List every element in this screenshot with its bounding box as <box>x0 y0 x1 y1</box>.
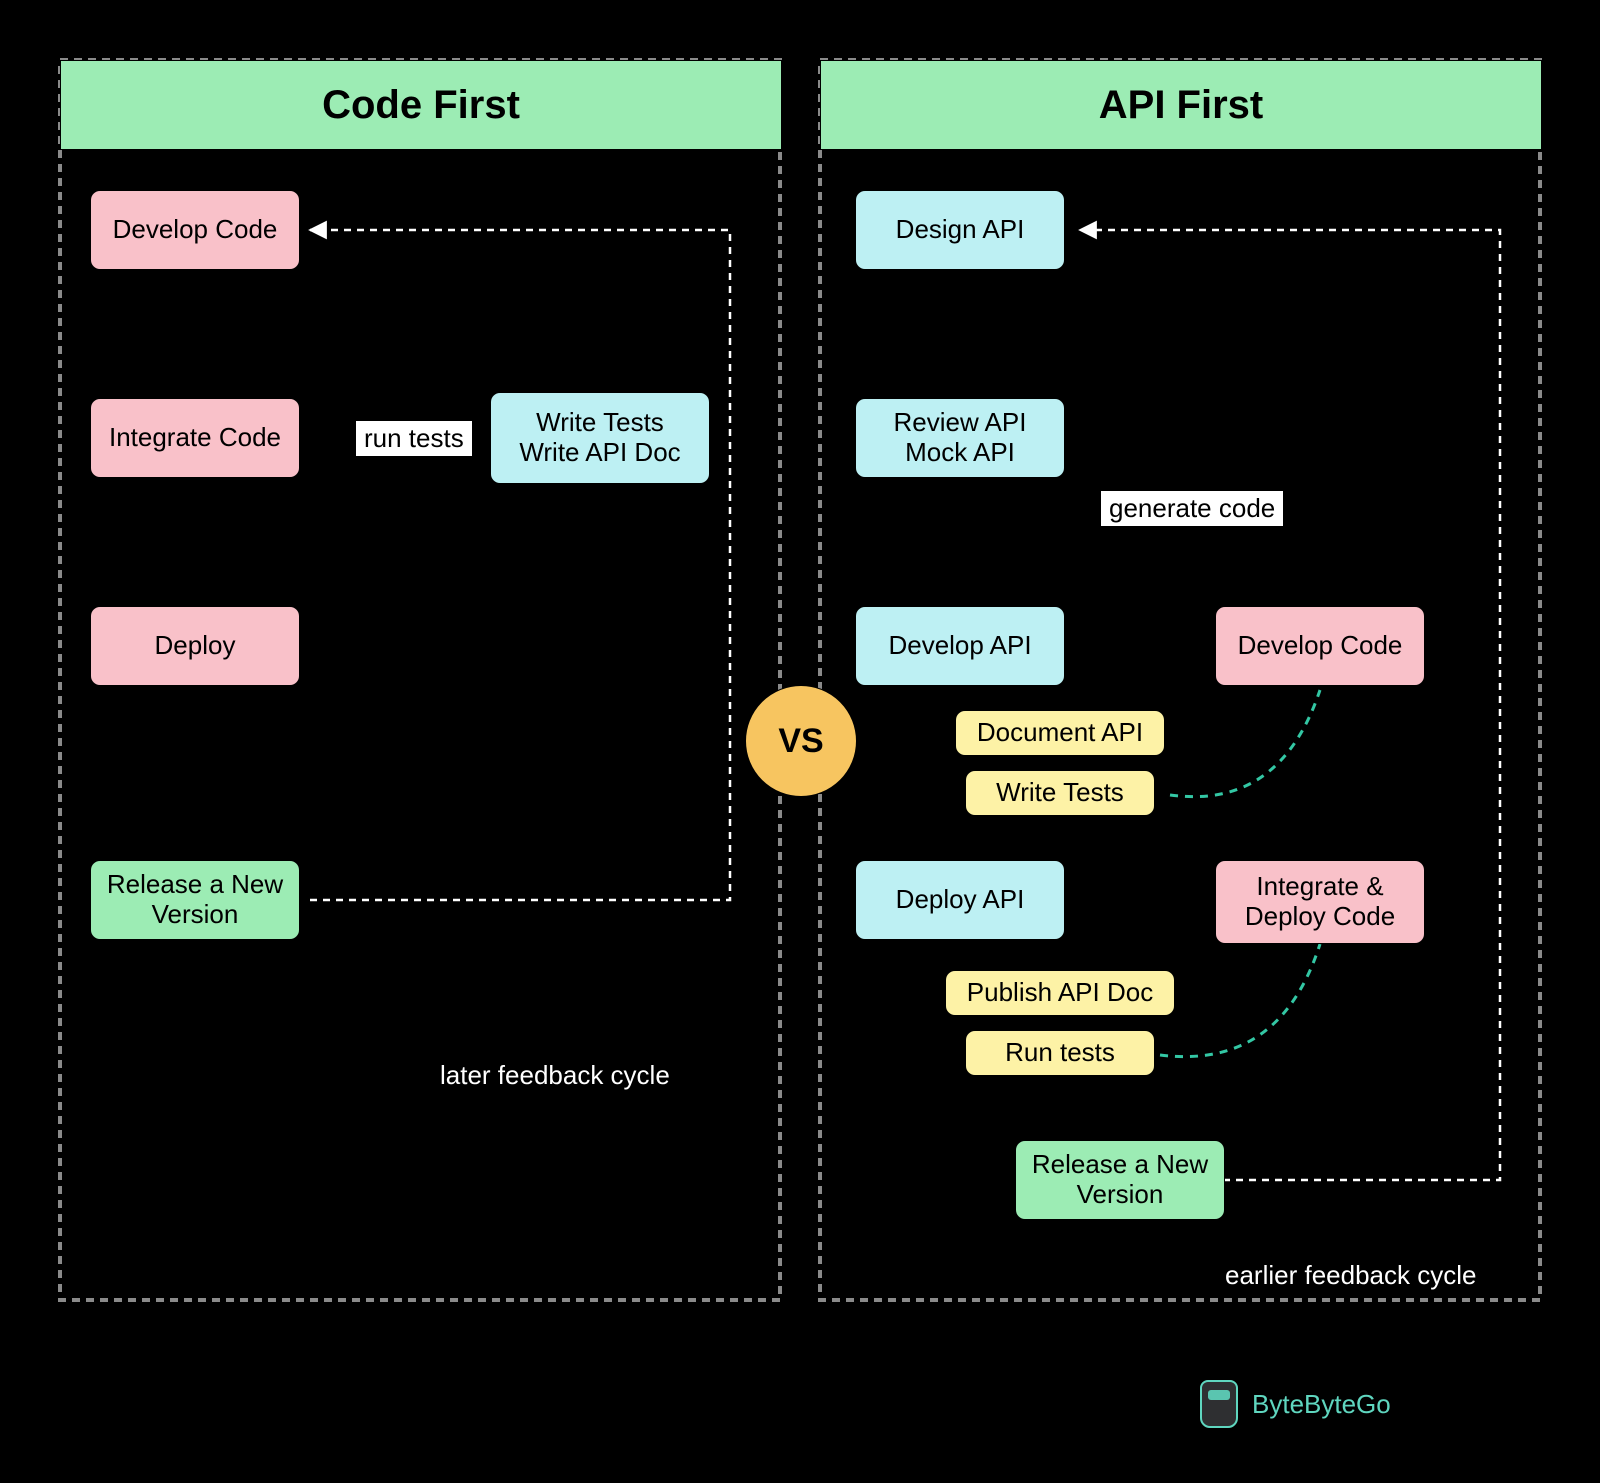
right-publish-api-doc: Publish API Doc <box>945 970 1175 1016</box>
left-develop-code: Develop Code <box>90 190 300 270</box>
right-header: API First <box>820 60 1542 150</box>
right-develop-code: Develop Code <box>1215 606 1425 686</box>
right-generate-code-label: generate code <box>1100 490 1284 527</box>
left-header: Code First <box>60 60 782 150</box>
right-design-api: Design API <box>855 190 1065 270</box>
left-feedback-label: later feedback cycle <box>440 1060 670 1091</box>
right-deploy-api: Deploy API <box>855 860 1065 940</box>
left-run-tests-label: run tests <box>355 420 473 457</box>
right-integrate-deploy-code: Integrate &Deploy Code <box>1215 860 1425 944</box>
right-write-tests: Write Tests <box>965 770 1155 816</box>
left-integrate-code: Integrate Code <box>90 398 300 478</box>
right-review-mock-api: Review APIMock API <box>855 398 1065 478</box>
footer: ByteByteGo <box>1200 1380 1391 1428</box>
diagram-stage: Code First API First VS Develop Code Int… <box>0 0 1600 1483</box>
left-write-tests-doc: Write TestsWrite API Doc <box>490 392 710 484</box>
right-run-tests: Run tests <box>965 1030 1155 1076</box>
left-deploy: Deploy <box>90 606 300 686</box>
footer-text: ByteByteGo <box>1252 1389 1391 1420</box>
right-develop-api: Develop API <box>855 606 1065 686</box>
right-feedback-label: earlier feedback cycle <box>1225 1260 1476 1291</box>
left-release: Release a NewVersion <box>90 860 300 940</box>
vs-badge: VS <box>745 685 857 797</box>
right-document-api: Document API <box>955 710 1165 756</box>
right-release: Release a NewVersion <box>1015 1140 1225 1220</box>
bytebytego-logo-icon <box>1200 1380 1238 1428</box>
